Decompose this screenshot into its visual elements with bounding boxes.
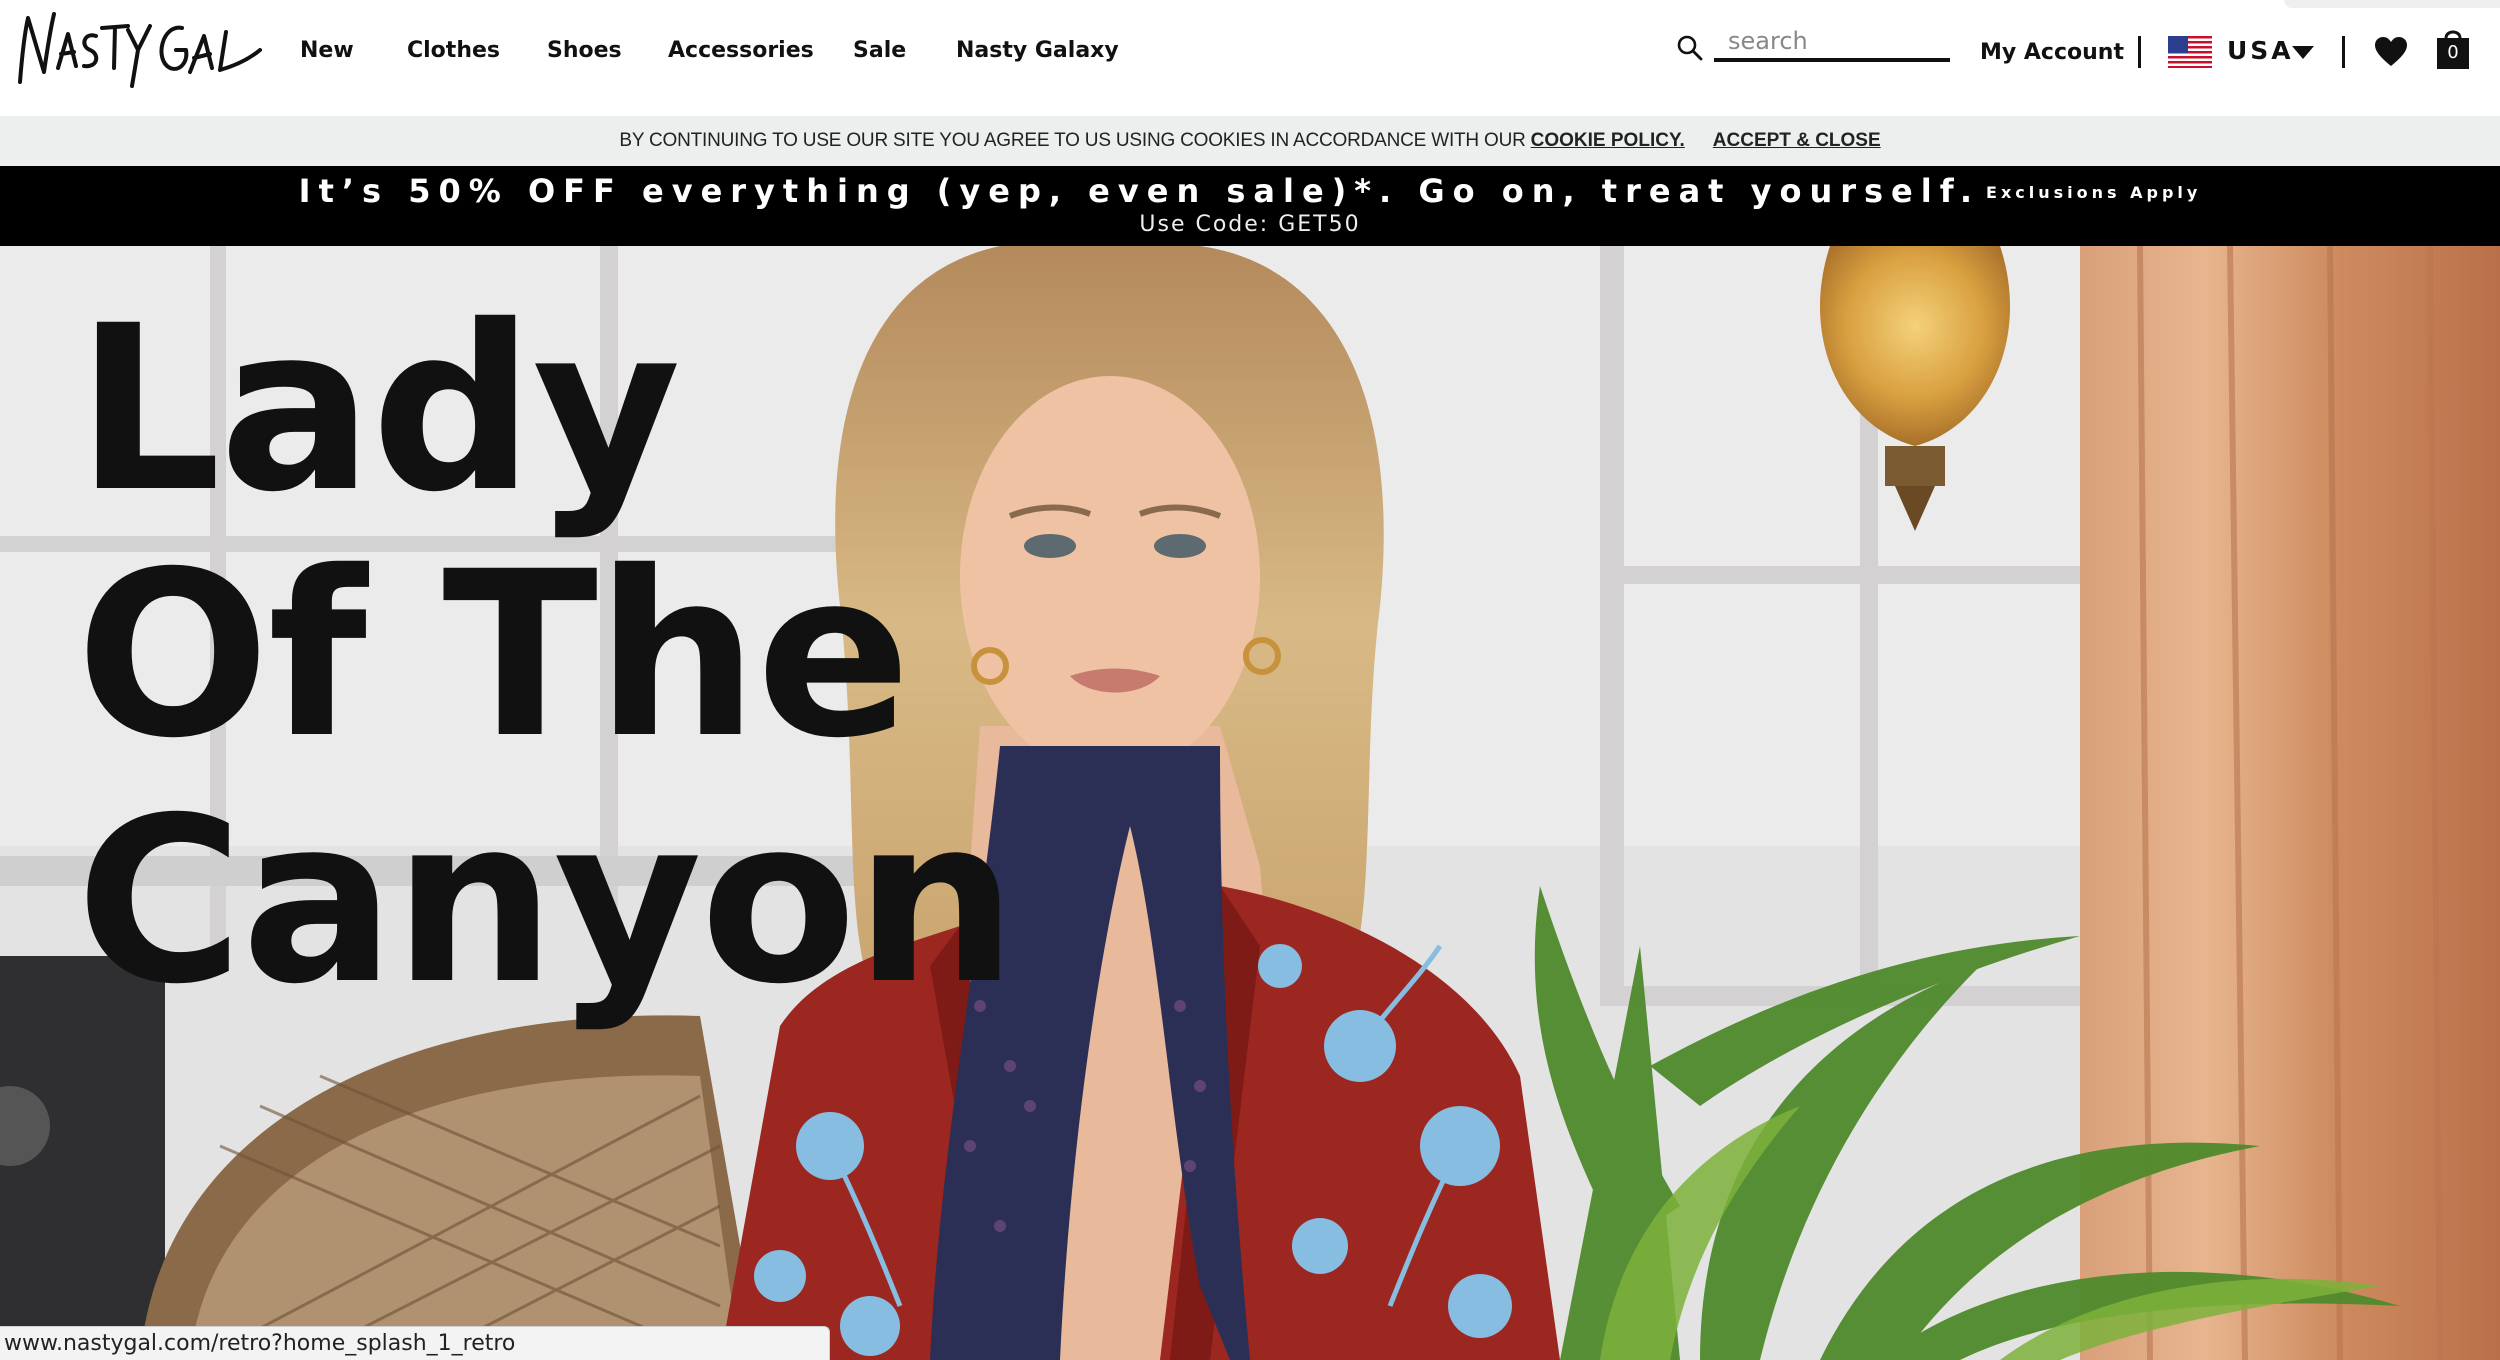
hero-title-line: Canyon [76,768,1017,1034]
search-icon[interactable] [1676,34,1704,62]
cookie-banner: BY CONTINUING TO USE OUR SITE YOU AGREE … [0,116,2500,166]
promo-exclusions: Exclusions Apply [1986,183,2202,202]
nav-item-clothes[interactable]: Clothes [407,38,500,63]
site-header: New Clothes Shoes Accessories Sale Nasty… [0,0,2500,116]
bag-count: 0 [2447,42,2459,63]
nav-item-nasty-galaxy[interactable]: Nasty Galaxy [956,38,1119,63]
status-bar-url: www.nastygal.com/retro?home_splash_1_ret… [0,1326,830,1360]
chevron-down-icon[interactable] [2292,46,2314,59]
promo-code: Use Code: GET50 [1139,212,1361,237]
hero-banner[interactable]: Lady Of The Canyon [0,246,2500,1360]
cookie-message: BY CONTINUING TO USE OUR SITE YOU AGREE … [619,130,1526,151]
nav-item-accessories[interactable]: Accessories [668,38,814,63]
flag-us-icon[interactable] [2168,36,2212,68]
heart-icon[interactable] [2374,36,2408,68]
logo[interactable] [14,6,264,92]
my-account-link[interactable]: My Account [1980,40,2124,65]
hero-title-line: Of The [76,522,911,788]
window-corner [2284,0,2500,8]
nav-item-shoes[interactable]: Shoes [547,38,622,63]
country-selector[interactable]: USA [2227,36,2294,65]
promo-headline: It’s 50% OFF everything (yep, even sale)… [298,172,1981,210]
promo-banner[interactable]: It’s 50% OFF everything (yep, even sale)… [0,166,2500,246]
header-divider [2138,36,2141,68]
cookie-policy-link[interactable]: COOKIE POLICY. [1531,130,1685,152]
nav-item-sale[interactable]: Sale [853,38,906,63]
nav-item-new[interactable]: New [300,38,354,63]
header-divider [2342,36,2345,68]
hero-title-line: Lady [76,276,681,542]
search-input[interactable] [1714,24,1950,62]
promo-headline-row: It’s 50% OFF everything (yep, even sale)… [0,172,2500,210]
hero-title: Lady Of The Canyon [76,276,1017,1034]
accept-close-button[interactable]: ACCEPT & CLOSE [1713,130,1881,152]
search-box [1676,24,1950,64]
